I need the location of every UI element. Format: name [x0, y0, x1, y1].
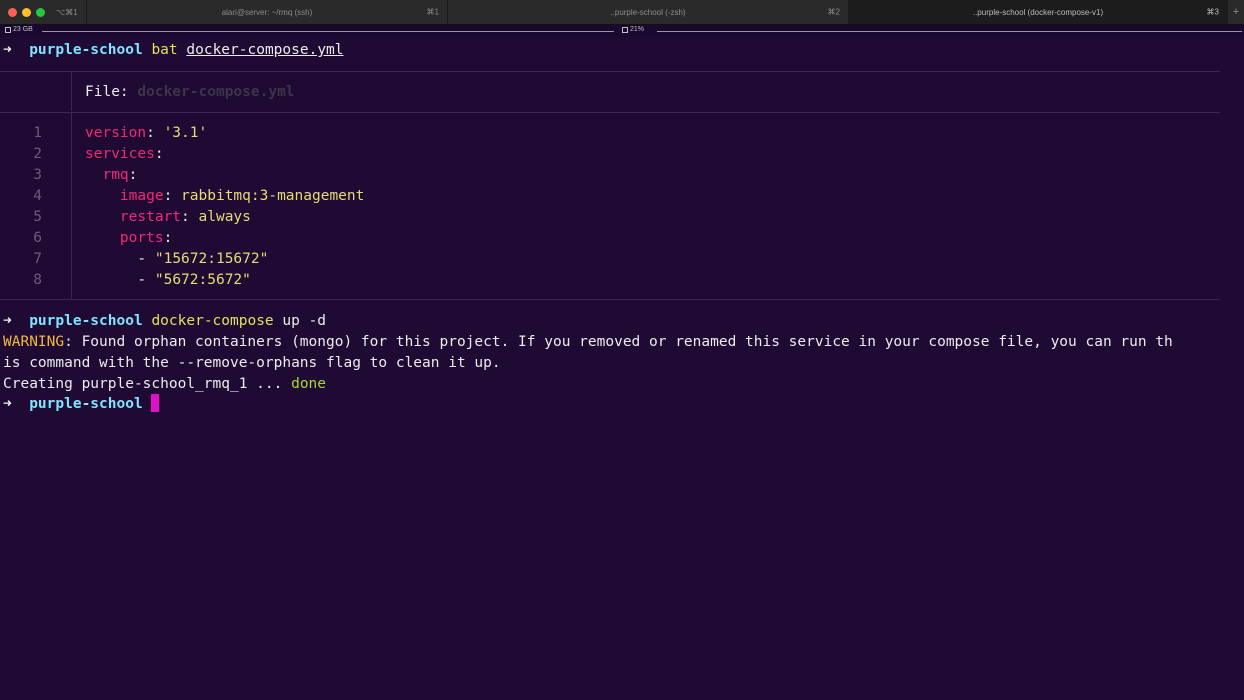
- bat-bottom-rule: [0, 299, 1220, 300]
- bat-header-rule: [0, 112, 1220, 113]
- code-line: - "5672:5672": [85, 270, 251, 290]
- bat-gutter-separator: [71, 112, 72, 300]
- code-line: ports:: [85, 228, 172, 248]
- line-number: 6: [33, 230, 42, 246]
- yaml-key: ports: [119, 230, 164, 246]
- creating-status: done: [291, 376, 327, 392]
- yaml-separator: :: [146, 125, 164, 141]
- current-prompt[interactable]: ➜ purple-school: [3, 394, 160, 414]
- prompt-arrow: ➜: [3, 396, 12, 412]
- tab-shortcut: ⌘2: [827, 7, 840, 17]
- yaml-value: "15672:15672": [154, 251, 269, 267]
- yaml-separator: :: [128, 167, 138, 183]
- tab-title: ..purple-school (-zsh): [610, 7, 686, 17]
- line-number: 5: [33, 209, 42, 225]
- disk-value: 23 GB: [13, 26, 33, 33]
- prompt-directory: purple-school: [29, 313, 143, 329]
- command-program: bat: [151, 42, 178, 58]
- tab-title: alari@server: ~/rmq (ssh): [221, 7, 313, 17]
- line-number: 4: [33, 188, 42, 204]
- yaml-separator: :: [163, 230, 173, 246]
- yaml-separator: :: [181, 209, 199, 225]
- tab-shortcut: ⌘3: [1206, 7, 1219, 17]
- prompt-directory: purple-school: [29, 396, 143, 412]
- yaml-key: restart: [119, 209, 182, 225]
- close-window-button[interactable]: [8, 7, 17, 17]
- yaml-value: "5672:5672": [154, 272, 251, 288]
- terminal-scrollbar[interactable]: [1240, 37, 1244, 700]
- cpu-icon: [622, 26, 628, 33]
- bat-header-separator: [71, 71, 72, 111]
- tab-zsh[interactable]: ..purple-school (-zsh) ⌘2: [447, 0, 848, 24]
- cpu-status: 21%: [622, 26, 644, 33]
- prompt-arrow: ➜: [3, 313, 12, 329]
- tab-shortcut: ⌘1: [426, 7, 439, 17]
- yaml-separator: :: [154, 146, 164, 162]
- disk-icon: [5, 26, 11, 33]
- terminal-cursor: [151, 394, 160, 412]
- yaml-separator: -: [137, 272, 155, 288]
- prompt-arrow: ➜: [3, 42, 12, 58]
- window-controls: [0, 0, 56, 24]
- line-number: 8: [33, 272, 42, 288]
- yaml-key: services: [85, 146, 155, 162]
- creating-text: Creating purple-school_rmq_1 ...: [3, 376, 292, 392]
- yaml-separator: :: [163, 188, 182, 204]
- prompt-directory: purple-school: [29, 42, 143, 58]
- title-bar: ⌥⌘1 alari@server: ~/rmq (ssh) ⌘1 ..purpl…: [0, 0, 1244, 25]
- minimize-window-button[interactable]: [22, 7, 31, 17]
- line-number: 2: [33, 146, 42, 162]
- disk-status: 23 GB: [5, 26, 33, 33]
- creating-line: Creating purple-school_rmq_1 ... done: [3, 374, 326, 394]
- yaml-key: image: [119, 188, 164, 204]
- code-line: rmq:: [85, 165, 137, 185]
- yaml-key: version: [85, 125, 147, 141]
- command-argument: docker-compose.yml: [186, 42, 344, 58]
- tab-ssh[interactable]: alari@server: ~/rmq (ssh) ⌘1: [86, 0, 447, 24]
- command-line-compose: ➜ purple-school docker-compose up -d: [3, 311, 326, 331]
- line-number: 1: [33, 125, 42, 141]
- yaml-value: '3.1': [163, 125, 208, 141]
- tab-title: ..purple-school (docker-compose-v1): [972, 7, 1104, 17]
- bat-file-header: File: docker-compose.yml: [85, 82, 295, 102]
- yaml-value: always: [198, 209, 251, 225]
- disk-usage-line: [42, 31, 614, 32]
- yaml-value: rabbitmq:3-management: [181, 188, 365, 204]
- bat-top-rule: [0, 71, 1220, 72]
- code-line: - "15672:15672": [85, 249, 268, 269]
- command-arguments: up -d: [273, 313, 327, 329]
- line-number: 3: [33, 167, 42, 183]
- code-line: version: '3.1': [85, 123, 207, 143]
- zoom-window-button[interactable]: [36, 7, 45, 17]
- warning-label: WARNING: [3, 334, 65, 350]
- window-shortcut: ⌥⌘1: [56, 7, 78, 17]
- warning-line-1: WARNING: Found orphan containers (mongo)…: [3, 332, 1173, 352]
- code-line: restart: always: [85, 207, 251, 227]
- tab-docker-compose[interactable]: ..purple-school (docker-compose-v1) ⌘3: [848, 0, 1227, 24]
- warning-line-2: is command with the --remove-orphans fla…: [3, 355, 501, 371]
- code-line: image: rabbitmq:3-management: [85, 186, 364, 206]
- file-name: docker-compose.yml: [137, 84, 295, 100]
- line-number: 7: [33, 251, 42, 267]
- code-line: services:: [85, 144, 164, 164]
- warning-text: : Found orphan containers (mongo) for th…: [64, 334, 1173, 350]
- status-bar: 23 GB 21%: [0, 25, 1244, 37]
- cpu-value: 21%: [630, 26, 645, 33]
- command-line-bat: ➜ purple-school bat docker-compose.yml: [3, 40, 344, 60]
- command-program: docker-compose: [151, 313, 274, 329]
- new-tab-button[interactable]: +: [1227, 0, 1244, 24]
- yaml-separator: -: [137, 251, 155, 267]
- file-label: File:: [85, 84, 138, 100]
- cpu-usage-line: [657, 31, 1242, 32]
- yaml-key: rmq: [102, 167, 129, 183]
